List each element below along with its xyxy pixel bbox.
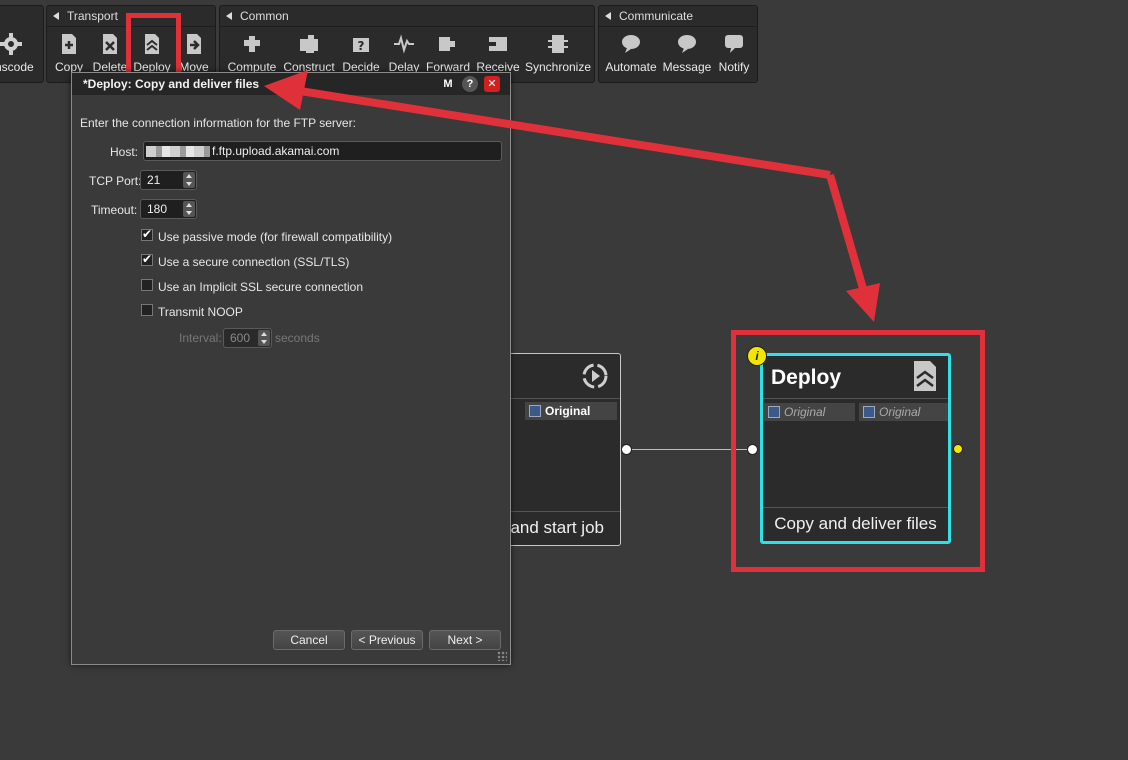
timeout-label: Timeout: xyxy=(91,203,138,217)
passive-mode-label: Use passive mode (for firewall compatibi… xyxy=(158,230,393,244)
toolbar-button-message[interactable]: Message xyxy=(661,28,713,80)
annotation-arrow-to-node xyxy=(826,173,880,322)
highlight-box-deploy-node xyxy=(731,330,985,572)
tcp-port-value: 21 xyxy=(147,173,161,187)
cycle-icon xyxy=(580,361,610,391)
intro-text: Enter the connection information for the… xyxy=(80,116,356,130)
timeout-value: 180 xyxy=(147,202,168,216)
implicit-ssl-label: Use an Implicit SSL secure connection xyxy=(158,280,363,294)
close-button[interactable]: ✕ xyxy=(484,76,500,92)
delete-icon xyxy=(98,32,122,56)
node-footer-label: and start job xyxy=(510,518,604,537)
toolbar-button-automate[interactable]: Automate xyxy=(601,28,661,80)
dialog-titlebar[interactable]: *Deploy: Copy and deliver files M ? ✕ xyxy=(72,73,510,95)
node-tag-original: Original xyxy=(525,402,617,420)
timeout-stepper[interactable]: 180 xyxy=(140,199,197,219)
toolbar-button-notify[interactable]: Notify xyxy=(713,28,755,80)
toolbar-group-communicate: Communicate Automate Message Notify xyxy=(598,5,758,83)
minimize-button[interactable]: M xyxy=(440,76,456,92)
deploy-dialog: *Deploy: Copy and deliver files M ? ✕ En… xyxy=(71,72,511,665)
host-value: f.ftp.upload.akamai.com xyxy=(212,144,340,158)
tag-label: Original xyxy=(545,404,591,418)
spinner-arrows-icon[interactable] xyxy=(183,172,195,188)
gear-icon xyxy=(0,32,23,56)
toolbar-button-synchronize[interactable]: Synchronize xyxy=(524,28,592,80)
interval-stepper[interactable]: 600 xyxy=(223,328,272,348)
move-icon xyxy=(182,32,206,56)
decide-icon: ? xyxy=(349,32,373,56)
interval-unit-label: seconds xyxy=(275,331,320,345)
toolbar-button-label: nscode xyxy=(0,60,34,74)
help-label: ? xyxy=(466,78,474,90)
tcp-port-stepper[interactable]: 21 xyxy=(140,170,197,190)
m-label: M xyxy=(443,78,453,90)
next-label: Next > xyxy=(447,633,483,647)
secure-connection-label: Use a secure connection (SSL/TLS) xyxy=(158,255,350,269)
group-title: Transport xyxy=(67,9,118,23)
cancel-button[interactable]: Cancel xyxy=(273,630,345,650)
highlight-box-deploy-button xyxy=(126,13,181,79)
forward-icon xyxy=(436,32,460,56)
next-button[interactable]: Next > xyxy=(429,630,501,650)
output-port[interactable] xyxy=(621,444,632,455)
interval-label: Interval: xyxy=(179,331,222,345)
interval-value: 600 xyxy=(230,331,251,345)
host-input[interactable]: f.ftp.upload.akamai.com xyxy=(143,141,502,161)
resize-grip-icon[interactable] xyxy=(497,651,507,661)
tcp-port-label: TCP Port: xyxy=(89,174,142,188)
previous-button[interactable]: < Previous xyxy=(351,630,423,650)
transmit-noop-label: Transmit NOOP xyxy=(158,305,243,319)
construct-icon xyxy=(297,32,321,56)
dialog-body: Enter the connection information for the… xyxy=(72,95,510,664)
host-label: Host: xyxy=(110,145,139,159)
media-icon xyxy=(529,405,541,417)
close-icon: ✕ xyxy=(487,78,497,90)
dialog-title: *Deploy: Copy and deliver files xyxy=(83,77,260,91)
automate-icon xyxy=(619,32,643,56)
notify-icon xyxy=(722,32,746,56)
synchronize-icon xyxy=(546,32,570,56)
help-button[interactable]: ? xyxy=(462,76,478,92)
toolbar-button-label: Notify xyxy=(718,60,750,74)
toolbar-button-label: Automate xyxy=(605,60,657,74)
redacted-host-prefix xyxy=(146,146,210,158)
toolbar-button-label: Synchronize xyxy=(524,60,592,74)
svg-text:?: ? xyxy=(358,39,365,53)
message-icon xyxy=(675,32,699,56)
previous-label: < Previous xyxy=(358,633,416,647)
toolbar-button-label: Message xyxy=(662,60,712,74)
toolbar-group-partial: nscode xyxy=(0,5,44,83)
collapse-arrow-icon[interactable] xyxy=(226,12,232,20)
group-title: Common xyxy=(240,9,289,23)
collapse-arrow-icon[interactable] xyxy=(605,12,611,20)
spinner-arrows-icon[interactable] xyxy=(258,330,270,346)
transmit-noop-checkbox[interactable] xyxy=(141,304,153,316)
collapse-arrow-icon[interactable] xyxy=(53,12,59,20)
passive-mode-checkbox[interactable] xyxy=(141,227,153,241)
receive-icon xyxy=(486,32,510,56)
toolbar-button-transcode[interactable]: nscode xyxy=(0,28,43,80)
compute-icon xyxy=(240,32,264,56)
delay-icon xyxy=(392,32,416,56)
implicit-ssl-checkbox[interactable] xyxy=(141,279,153,291)
secure-connection-checkbox[interactable] xyxy=(141,252,153,266)
spinner-arrows-icon[interactable] xyxy=(183,201,195,217)
group-title: Communicate xyxy=(619,9,694,23)
copy-icon xyxy=(57,32,81,56)
cancel-label: Cancel xyxy=(290,633,328,647)
